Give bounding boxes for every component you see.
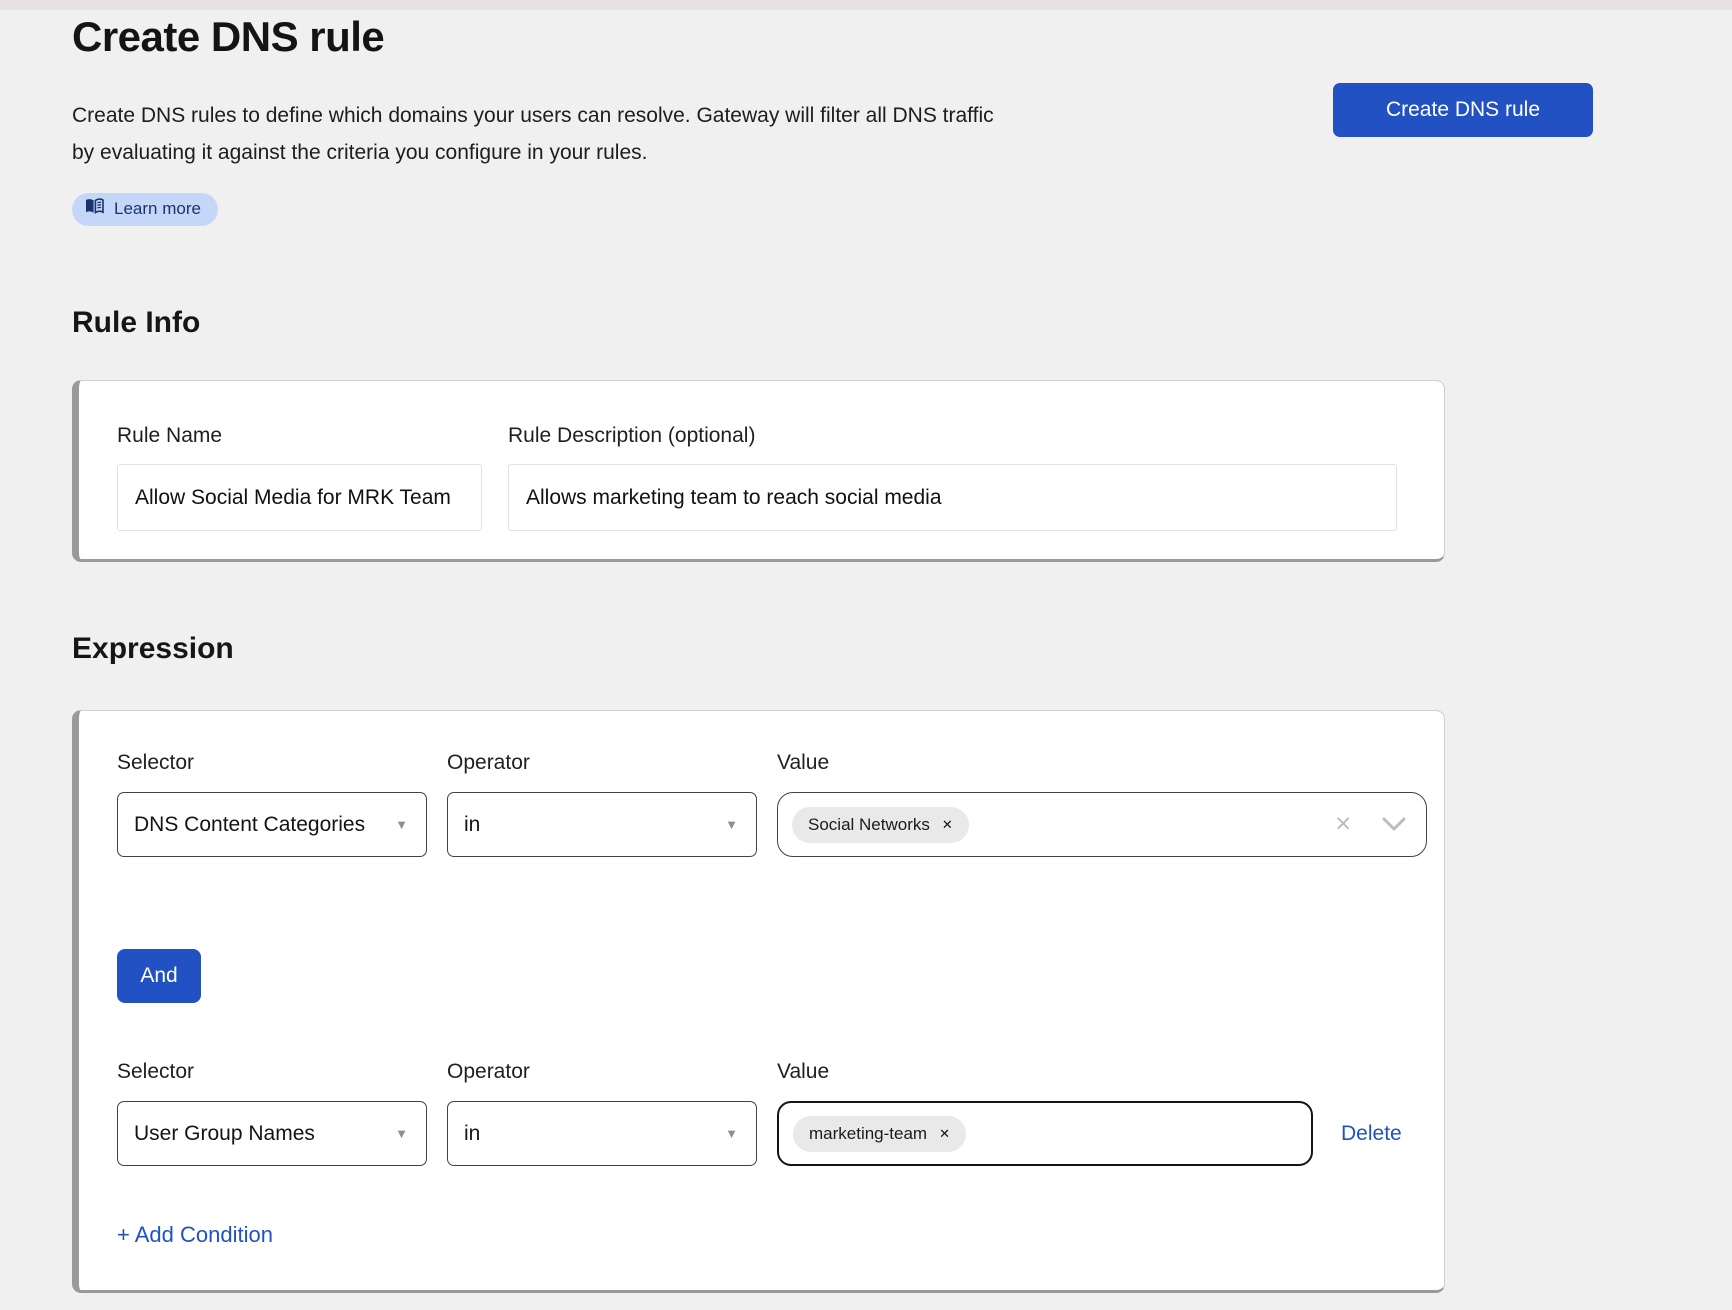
page-description-line-2: by evaluating it against the criteria yo… [72,134,1445,171]
rule-info-heading: Rule Info [72,306,1445,340]
caret-down-icon: ▼ [395,817,408,832]
caret-down-icon: ▼ [725,817,738,832]
rule-info-card: Rule Name Rule Description (optional) [72,380,1445,562]
tag-remove-icon[interactable]: ✕ [942,817,953,833]
value-tag-label: Social Networks [808,815,930,835]
rule-name-input[interactable] [117,464,482,531]
learn-more-link[interactable]: Learn more [72,193,218,226]
book-icon [85,198,104,220]
rule-name-field-group: Rule Name [117,424,482,531]
operator-label: Operator [447,1060,757,1084]
rule-description-label: Rule Description (optional) [508,424,1397,448]
operator-dropdown[interactable]: in ▼ [447,792,757,857]
add-condition-link[interactable]: + Add Condition [117,1222,273,1248]
operator-dropdown[interactable]: in ▼ [447,1101,757,1166]
page-description-line-1: Create DNS rules to define which domains… [72,97,1445,134]
caret-down-icon: ▼ [395,1126,408,1141]
rule-name-label: Rule Name [117,424,482,448]
selector-dropdown[interactable]: User Group Names ▼ [117,1101,427,1166]
expression-heading: Expression [72,632,1445,666]
value-tag-label: marketing-team [809,1124,927,1144]
value-tag: Social Networks ✕ [792,807,969,843]
operator-label: Operator [447,751,757,775]
clear-value-icon[interactable]: ✕ [1334,814,1352,835]
create-dns-rule-button[interactable]: Create DNS rule [1333,83,1593,137]
selector-label: Selector [117,751,427,775]
caret-down-icon: ▼ [725,1126,738,1141]
operator-dropdown-value: in [464,1122,480,1146]
selector-dropdown[interactable]: DNS Content Categories ▼ [117,792,427,857]
value-label: Value [777,751,1427,775]
value-tag: marketing-team ✕ [793,1116,966,1152]
rule-description-input[interactable] [508,464,1397,531]
rule-description-field-group: Rule Description (optional) [508,424,1397,531]
selector-dropdown-value: User Group Names [134,1122,315,1146]
condition-row-2: Selector Operator Value User Group Names… [117,1060,1411,1166]
delete-condition-link[interactable]: Delete [1341,1122,1402,1146]
expression-card: Selector Operator Value DNS Content Cate… [72,710,1445,1293]
tag-remove-icon[interactable]: ✕ [939,1126,950,1142]
selector-dropdown-value: DNS Content Categories [134,813,365,837]
page-title: Create DNS rule [72,13,1445,61]
page-description: Create DNS rules to define which domains… [72,97,1445,171]
operator-dropdown-value: in [464,813,480,837]
value-multiselect[interactable]: marketing-team ✕ [777,1101,1313,1166]
selector-label: Selector [117,1060,427,1084]
condition-row-1: Selector Operator Value DNS Content Cate… [117,751,1411,857]
chevron-down-icon[interactable] [1382,817,1406,832]
value-label: Value [777,1060,1313,1084]
value-multiselect[interactable]: Social Networks ✕ ✕ [777,792,1427,857]
top-strip [0,0,1732,10]
main-content: Create DNS rule Create DNS rules to defi… [72,13,1445,1293]
learn-more-label: Learn more [114,199,201,219]
and-button[interactable]: And [117,949,201,1003]
